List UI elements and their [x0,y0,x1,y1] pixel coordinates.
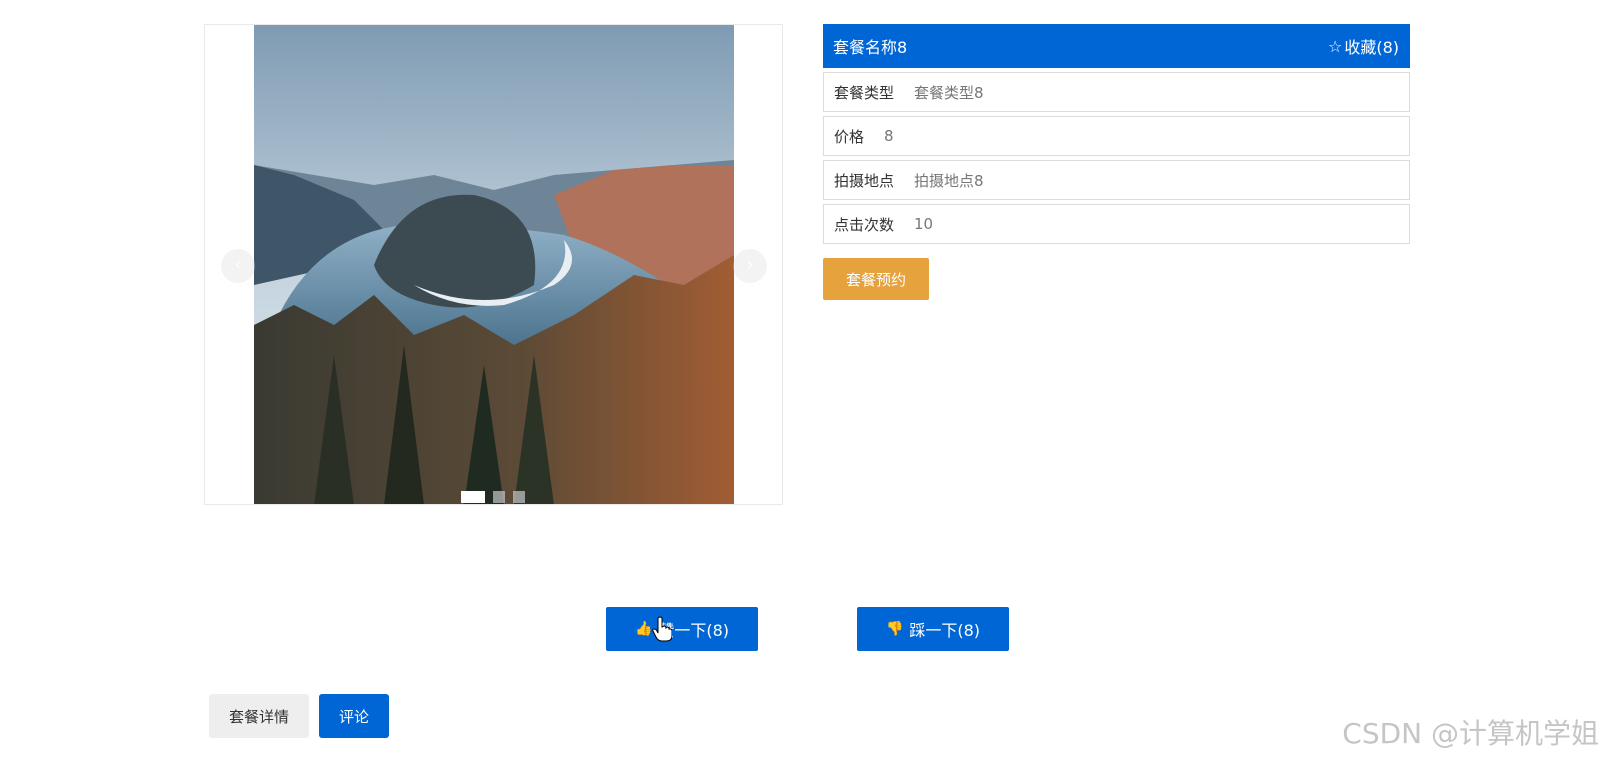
thumbs-up-icon: 👍 [634,621,653,637]
package-header: 套餐名称8 ☆ 收藏(8) [823,24,1410,68]
carousel-next-button[interactable]: › [733,249,767,283]
field-value: 10 [914,215,934,233]
landscape-image [254,25,734,504]
field-label: 价格 [834,127,865,146]
favorite-label: 收藏(8) [1344,38,1399,57]
carousel-indicator[interactable] [461,491,485,503]
image-carousel[interactable]: ‹ › [204,24,783,505]
field-row-location: 拍摄地点 拍摄地点8 [823,160,1410,200]
book-package-button[interactable]: 套餐预约 [823,258,929,300]
thumbs-up-button[interactable]: 👍 赞一下(8) [606,607,758,651]
thumbs-down-icon: 👎 [885,621,904,637]
field-label: 点击次数 [834,215,895,234]
star-outline-icon: ☆ [1327,36,1343,56]
field-row-price: 价格 8 [823,116,1410,156]
tab-package-details[interactable]: 套餐详情 [209,694,310,738]
field-row-type: 套餐类型 套餐类型8 [823,72,1410,112]
field-value: 套餐类型8 [914,83,984,102]
chevron-right-icon: › [746,254,754,275]
detail-tabs: 套餐详情 评论 [209,694,390,738]
carousel-prev-button[interactable]: ‹ [221,249,255,283]
field-value: 8 [884,127,894,145]
thumbs-down-label: 踩一下(8) [909,621,981,640]
field-row-clicks: 点击次数 10 [823,204,1410,244]
watermark: CSDN @计算机学姐 [1342,717,1599,750]
thumbs-down-button[interactable]: 👎 踩一下(8) [857,607,1009,651]
carousel-image-landscape [254,25,734,504]
chevron-left-icon: ‹ [234,254,242,275]
tab-comments[interactable]: 评论 [319,694,390,738]
package-info-panel: 套餐名称8 ☆ 收藏(8) 套餐类型 套餐类型8 价格 8 拍摄地点 拍摄地点8… [823,24,1410,300]
field-label: 套餐类型 [834,83,895,102]
package-name: 套餐名称8 [833,38,908,57]
field-label: 拍摄地点 [834,171,895,190]
carousel-indicator[interactable] [513,491,525,503]
carousel-indicators [461,491,525,503]
field-value: 拍摄地点8 [914,171,984,190]
page: ‹ › 套餐名称8 ☆ 收藏(8) 套餐类型 套餐类型8 价格 8 拍摄地点 拍… [0,0,1609,760]
favorite-button[interactable]: ☆ 收藏(8) [1328,34,1399,58]
carousel-indicator[interactable] [493,491,505,503]
thumbs-up-label: 赞一下(8) [658,621,730,640]
